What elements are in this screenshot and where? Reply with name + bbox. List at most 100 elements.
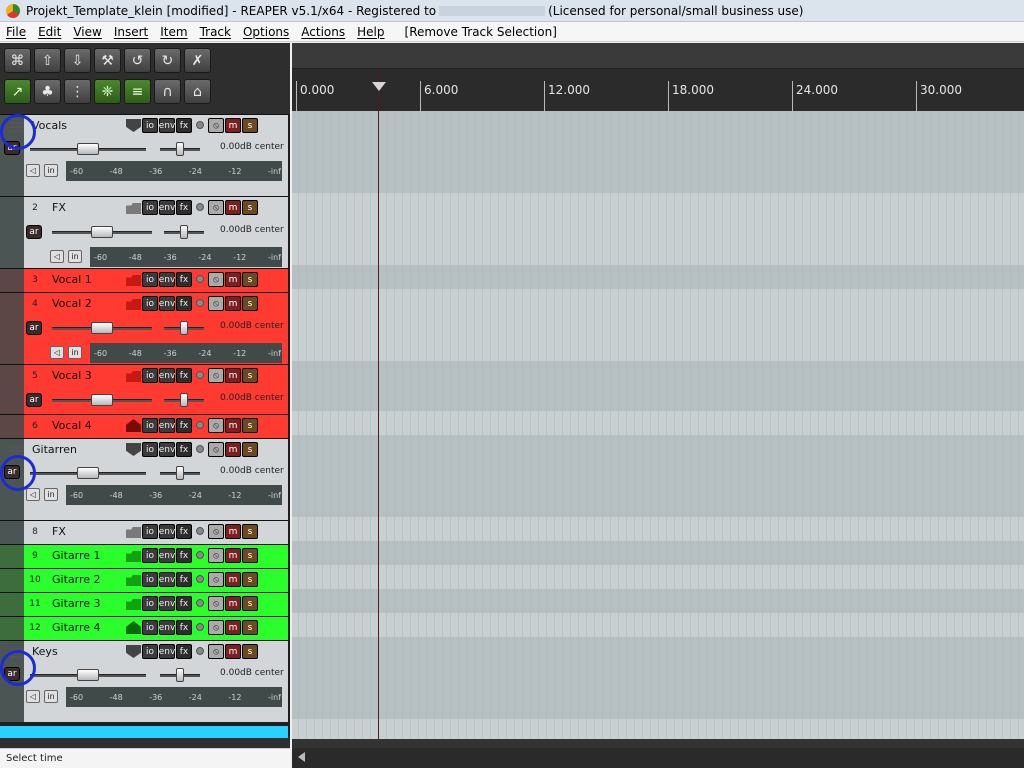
track-name[interactable]: Vocal 4 xyxy=(52,419,92,432)
pan-knob[interactable] xyxy=(176,142,184,156)
io-button[interactable]: io xyxy=(142,572,158,587)
mono-stereo-toggle-icon[interactable]: ◁ xyxy=(26,164,40,177)
master-track-strip[interactable] xyxy=(0,726,288,738)
menu-track[interactable]: Track xyxy=(194,25,237,39)
fx-bypass-icon[interactable] xyxy=(196,299,204,307)
menu-file[interactable]: File xyxy=(0,25,32,39)
mute-button[interactable]: m xyxy=(225,296,241,311)
mute-button[interactable]: m xyxy=(225,572,241,587)
envelope-button[interactable]: env xyxy=(159,272,175,287)
track-gitarre-4[interactable]: 12 Gitarre 4 io env fx ⦸ m s xyxy=(0,616,288,640)
mute-button[interactable]: m xyxy=(225,548,241,563)
envelope-button[interactable]: env xyxy=(159,200,175,215)
io-button[interactable]: io xyxy=(142,418,158,433)
fx-button[interactable]: fx xyxy=(176,296,192,311)
io-button[interactable]: io xyxy=(142,118,158,133)
mute-button[interactable]: m xyxy=(225,368,241,383)
solo-button[interactable]: s xyxy=(242,200,258,215)
io-button[interactable]: io xyxy=(142,644,158,659)
solo-button[interactable]: s xyxy=(242,296,258,311)
menu-help[interactable]: Help xyxy=(351,25,390,39)
remove-track-selection-button[interactable]: Remove Track Selection xyxy=(405,25,557,39)
fx-bypass-icon[interactable] xyxy=(196,599,204,607)
solo-button[interactable]: s xyxy=(242,524,258,539)
volume-fader-knob[interactable] xyxy=(91,226,113,238)
volume-fader-knob[interactable] xyxy=(77,467,99,479)
mute-button[interactable]: m xyxy=(225,644,241,659)
track-vocals[interactable]: Vocals io env fx ⦸ m s ar 0.00dB center ◁ in -60 -48… xyxy=(0,114,288,196)
menu-insert[interactable]: Insert xyxy=(108,25,154,39)
input-monitor-button[interactable]: in xyxy=(68,250,82,263)
phase-invert-icon[interactable]: ⦸ xyxy=(208,368,224,383)
record-arm-button[interactable]: ar xyxy=(4,667,20,681)
fx-button[interactable]: fx xyxy=(176,620,192,635)
arrange-grid[interactable] xyxy=(292,111,1024,739)
envelope-button[interactable]: env xyxy=(159,524,175,539)
fx-bypass-icon[interactable] xyxy=(196,527,204,535)
envelope-button[interactable]: env xyxy=(159,596,175,611)
pan-knob[interactable] xyxy=(176,668,184,682)
record-arm-button[interactable]: ar xyxy=(4,465,20,479)
mono-stereo-toggle-icon[interactable]: ◁ xyxy=(50,250,64,263)
phase-invert-icon[interactable]: ⦸ xyxy=(208,272,224,287)
fx-button[interactable]: fx xyxy=(176,368,192,383)
mute-button[interactable]: m xyxy=(225,524,241,539)
track-fx[interactable]: 8 FX io env fx ⦸ m s xyxy=(0,520,288,544)
scroll-left-icon[interactable] xyxy=(298,752,305,762)
folder-state-icon[interactable] xyxy=(126,370,141,382)
io-button[interactable]: io xyxy=(142,200,158,215)
track-name[interactable]: FX xyxy=(52,201,66,214)
solo-button[interactable]: s xyxy=(242,644,258,659)
input-monitor-button[interactable]: in xyxy=(44,164,58,177)
record-arm-button[interactable]: ar xyxy=(26,225,42,239)
folder-state-icon[interactable] xyxy=(126,274,141,286)
phase-invert-icon[interactable]: ⦸ xyxy=(208,596,224,611)
envelope-button[interactable]: env xyxy=(159,572,175,587)
menu-edit[interactable]: Edit xyxy=(32,25,67,39)
volume-fader-knob[interactable] xyxy=(77,669,99,681)
folder-state-icon[interactable] xyxy=(126,119,141,132)
open-project-icon[interactable]: ⇧ xyxy=(34,48,61,73)
fx-bypass-icon[interactable] xyxy=(196,421,204,429)
folder-state-icon[interactable] xyxy=(126,443,141,456)
folder-state-icon[interactable] xyxy=(126,526,141,538)
input-monitor-button[interactable]: in xyxy=(44,488,58,501)
arrange-view[interactable]: 0.000 6.000 12.000 18.000 24.000 30.000 xyxy=(292,43,1024,748)
snap-icon[interactable]: ≡ xyxy=(124,79,151,104)
new-project-icon[interactable]: ⌘ xyxy=(4,48,31,73)
metronome-icon[interactable]: ✗ xyxy=(184,48,211,73)
io-button[interactable]: io xyxy=(142,524,158,539)
solo-button[interactable]: s xyxy=(242,442,258,457)
fx-bypass-icon[interactable] xyxy=(196,371,204,379)
folder-state-icon[interactable] xyxy=(126,574,141,586)
fx-bypass-icon[interactable] xyxy=(196,647,204,655)
auto-crossfade-icon[interactable]: ↗ xyxy=(4,79,31,104)
edit-cursor-marker-icon[interactable] xyxy=(372,82,386,91)
io-button[interactable]: io xyxy=(142,620,158,635)
fx-button[interactable]: fx xyxy=(176,118,192,133)
track-name[interactable]: Gitarre 4 xyxy=(52,621,101,634)
menu-options[interactable]: Options xyxy=(237,25,295,39)
folder-state-icon[interactable] xyxy=(126,419,141,432)
solo-button[interactable]: s xyxy=(242,368,258,383)
folder-state-icon[interactable] xyxy=(126,598,141,610)
fx-button[interactable]: fx xyxy=(176,644,192,659)
phase-invert-icon[interactable]: ⦸ xyxy=(208,548,224,563)
record-arm-button[interactable]: ar xyxy=(26,393,42,407)
fx-button[interactable]: fx xyxy=(176,272,192,287)
scrollbar-bottom[interactable] xyxy=(292,748,1024,768)
track-name[interactable]: Gitarre 3 xyxy=(52,597,101,610)
folder-handle-icon[interactable] xyxy=(6,120,24,132)
fx-bypass-icon[interactable] xyxy=(196,275,204,283)
solo-button[interactable]: s xyxy=(242,572,258,587)
track-name[interactable]: Gitarre 1 xyxy=(52,549,101,562)
track-name[interactable]: Keys xyxy=(32,645,58,658)
pan-knob[interactable] xyxy=(180,321,188,335)
track-keys[interactable]: Keys io env fx ⦸ m s ar 0.00dB center ◁ in -60 -48 -3… xyxy=(0,640,288,722)
fx-button[interactable]: fx xyxy=(176,572,192,587)
io-button[interactable]: io xyxy=(142,548,158,563)
track-name[interactable]: FX xyxy=(52,525,66,538)
io-button[interactable]: io xyxy=(142,368,158,383)
envelope-button[interactable]: env xyxy=(159,296,175,311)
pan-knob[interactable] xyxy=(176,466,184,480)
